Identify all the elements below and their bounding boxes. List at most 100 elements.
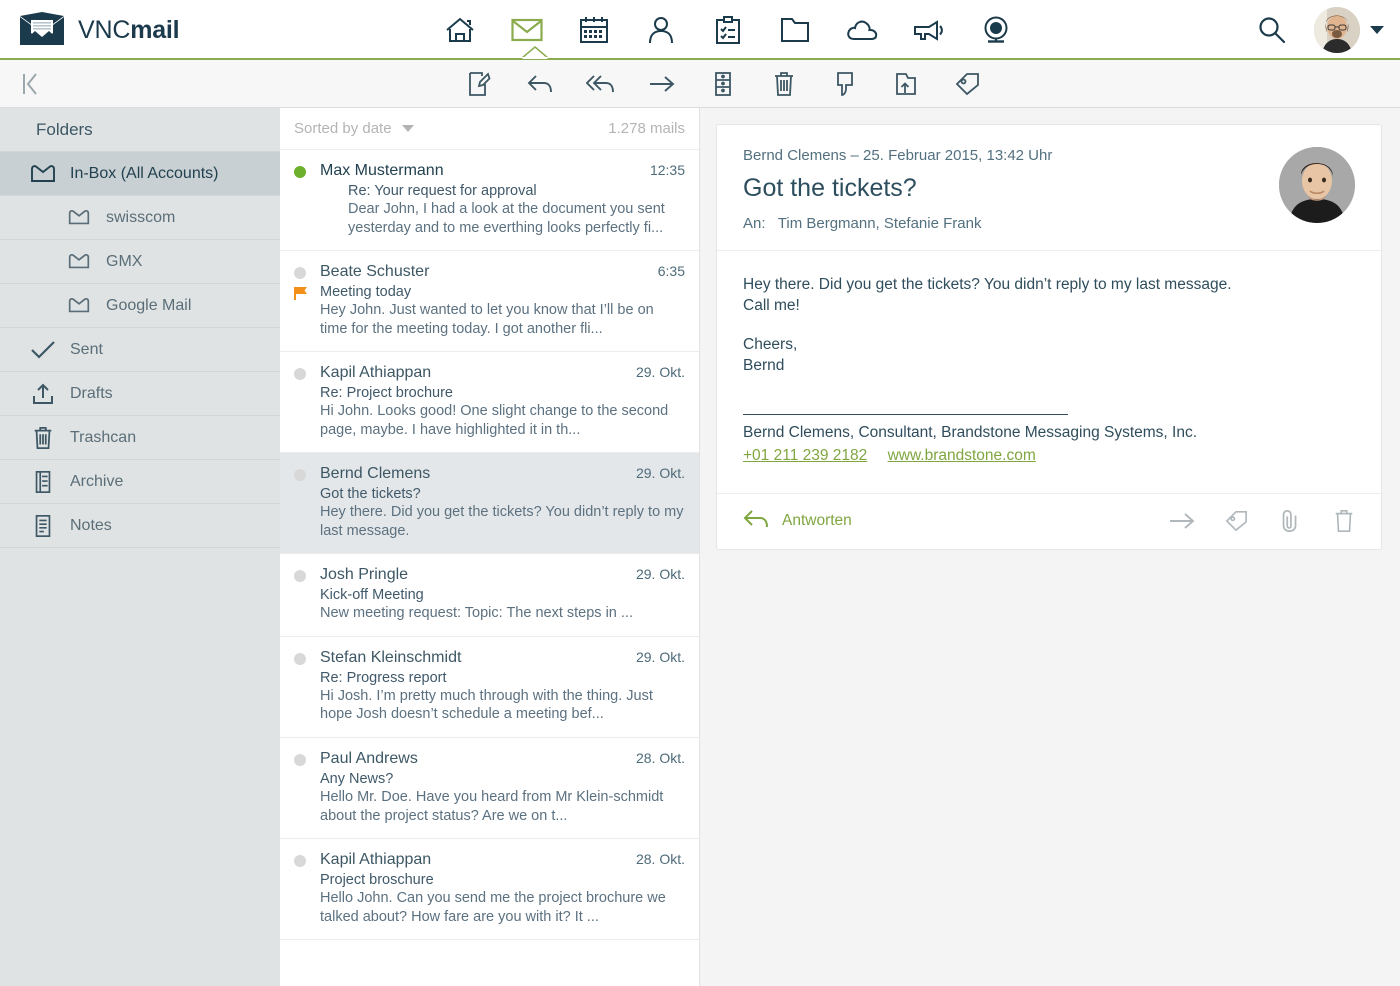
- row-content: Beate Schuster 6:35 Meeting today Hey Jo…: [320, 263, 685, 338]
- sidebar-item-label: Archive: [70, 472, 124, 490]
- sidebar-item-notes[interactable]: Notes: [0, 504, 280, 548]
- action-toolbar: [0, 60, 1400, 108]
- archive-icon: [30, 470, 56, 494]
- brand[interactable]: VNCmail: [0, 11, 300, 49]
- tag-icon[interactable]: [1223, 508, 1249, 534]
- mail-list-scroll[interactable]: Max Mustermann 12:35 Re: Your request fo…: [280, 150, 699, 986]
- reply-label: Antworten: [782, 512, 852, 530]
- main-region: Folders In-Box (All Accounts) swisscom G…: [0, 108, 1400, 986]
- row-markers: [294, 162, 320, 237]
- envelope-icon: [66, 209, 92, 226]
- message-subject: Got the tickets?: [743, 174, 917, 202]
- list-item[interactable]: Bernd Clemens 29. Okt. Got the tickets? …: [280, 453, 699, 555]
- list-item[interactable]: Kapil Athiappan 29. Okt. Re: Project bro…: [280, 352, 699, 454]
- row-markers: [294, 566, 320, 623]
- reply-icon[interactable]: [523, 67, 557, 101]
- nav-mail[interactable]: [507, 10, 547, 50]
- flag-icon[interactable]: [294, 286, 308, 301]
- trash-icon[interactable]: [767, 67, 801, 101]
- read-dot-icon[interactable]: [294, 469, 306, 482]
- row-markers: [294, 750, 320, 825]
- chevron-down-icon: [401, 125, 414, 132]
- row-markers: [294, 364, 320, 439]
- sender-name: Kapil Athiappan: [320, 851, 432, 869]
- avatar: [1314, 7, 1360, 53]
- sidebar-item-drafts[interactable]: Drafts: [0, 372, 280, 416]
- user-menu[interactable]: [1314, 7, 1384, 53]
- list-item[interactable]: Josh Pringle 29. Okt. Kick-off Meeting N…: [280, 554, 699, 637]
- signature-divider: [743, 414, 1068, 416]
- forward-icon[interactable]: [1169, 508, 1195, 534]
- sidebar-item-google-mail[interactable]: Google Mail: [0, 284, 280, 328]
- row-markers: [294, 465, 320, 540]
- thumbs-down-icon[interactable]: [828, 67, 862, 101]
- move-folder-icon[interactable]: [889, 67, 923, 101]
- sender-avatar: [1279, 147, 1355, 223]
- mail-list-panel: Sorted by date 1.278 mails Max Musterman…: [280, 108, 700, 986]
- sidebar-item-label: Trashcan: [70, 428, 137, 446]
- mail-date: 29. Okt.: [635, 566, 685, 583]
- nav-files[interactable]: [775, 10, 815, 50]
- sender-name: Stefan Kleinschmidt: [320, 648, 462, 666]
- active-tab-indicator: [522, 48, 548, 59]
- read-dot-icon[interactable]: [294, 368, 306, 381]
- forward-icon[interactable]: [645, 67, 679, 101]
- read-dot-icon[interactable]: [294, 754, 306, 767]
- sidebar-item-archive[interactable]: Archive: [0, 460, 280, 504]
- read-dot-icon[interactable]: [294, 570, 306, 583]
- search-icon[interactable]: [1252, 10, 1292, 50]
- mail-preview: Hey John. Just wanted to let you know th…: [320, 302, 654, 337]
- sidebar-title: Folders: [0, 108, 280, 152]
- body-line-3: Cheers,: [743, 336, 798, 354]
- nav-meeting[interactable]: [976, 10, 1016, 50]
- sender-name: Max Mustermann: [320, 162, 444, 179]
- unread-dot-icon[interactable]: [294, 166, 306, 178]
- sidebar-item-swisscom[interactable]: swisscom: [0, 196, 280, 240]
- list-item[interactable]: Beate Schuster 6:35 Meeting today Hey Jo…: [280, 251, 699, 353]
- message-footer: Antworten: [717, 492, 1381, 549]
- sidebar-item-trashcan[interactable]: Trashcan: [0, 416, 280, 460]
- nav-cloud[interactable]: [842, 10, 882, 50]
- reply-button[interactable]: Antworten: [743, 508, 852, 535]
- reply-icon: [743, 508, 769, 535]
- read-dot-icon[interactable]: [294, 267, 306, 280]
- tag-icon[interactable]: [950, 67, 984, 101]
- sort-selector[interactable]: Sorted by date: [294, 120, 414, 137]
- nav-contacts[interactable]: [641, 10, 681, 50]
- list-item[interactable]: Kapil Athiappan 28. Okt. Project broschu…: [280, 839, 699, 941]
- paperclip-icon[interactable]: [1277, 508, 1303, 534]
- nav-home[interactable]: [440, 10, 480, 50]
- nav-tasks[interactable]: [708, 10, 748, 50]
- sidebar-item-gmx[interactable]: GMX: [0, 240, 280, 284]
- sender-name: Beate Schuster: [320, 263, 430, 281]
- sort-label: Sorted by date: [294, 120, 392, 137]
- nav-channels[interactable]: [909, 10, 949, 50]
- mail-date: 28. Okt.: [635, 750, 685, 767]
- mail-date: 6:35: [657, 263, 685, 280]
- mail-subject: Got the tickets?: [320, 486, 421, 503]
- trash-icon[interactable]: [1331, 508, 1357, 534]
- sidebar-item-label: In-Box (All Accounts): [70, 164, 219, 182]
- sidebar-item-label: swisscom: [106, 208, 176, 226]
- collapse-panel-icon[interactable]: [0, 60, 60, 108]
- signature-website-link[interactable]: www.brandstone.com: [888, 447, 1036, 464]
- nav-calendar[interactable]: [574, 10, 614, 50]
- sidebar-item-inbox[interactable]: In-Box (All Accounts): [0, 152, 280, 196]
- recipients-value: Tim Bergmann, Stefanie Frank: [777, 215, 982, 232]
- read-dot-icon[interactable]: [294, 652, 306, 665]
- sidebar-item-label: GMX: [106, 252, 143, 270]
- sidebar-item-label: Drafts: [70, 384, 113, 402]
- sidebar-item-label: Notes: [70, 516, 112, 534]
- signature-phone-link[interactable]: +01 211 239 2182: [743, 447, 867, 464]
- envelope-logo-icon: [18, 11, 66, 49]
- mail-preview: Hi John. Looks good! One slight change t…: [320, 403, 669, 438]
- compose-icon[interactable]: [462, 67, 496, 101]
- read-dot-icon[interactable]: [294, 855, 306, 868]
- list-item[interactable]: Max Mustermann 12:35 Re: Your request fo…: [280, 150, 699, 252]
- list-item[interactable]: Stefan Kleinschmidt 29. Okt. Re: Progres…: [280, 637, 699, 739]
- list-item[interactable]: Paul Andrews 28. Okt. Any News? Hello Mr…: [280, 738, 699, 840]
- sidebar-item-sent[interactable]: Sent: [0, 328, 280, 372]
- archive-icon[interactable]: [706, 67, 740, 101]
- reply-all-icon[interactable]: [584, 67, 618, 101]
- mail-date: 29. Okt.: [635, 465, 685, 482]
